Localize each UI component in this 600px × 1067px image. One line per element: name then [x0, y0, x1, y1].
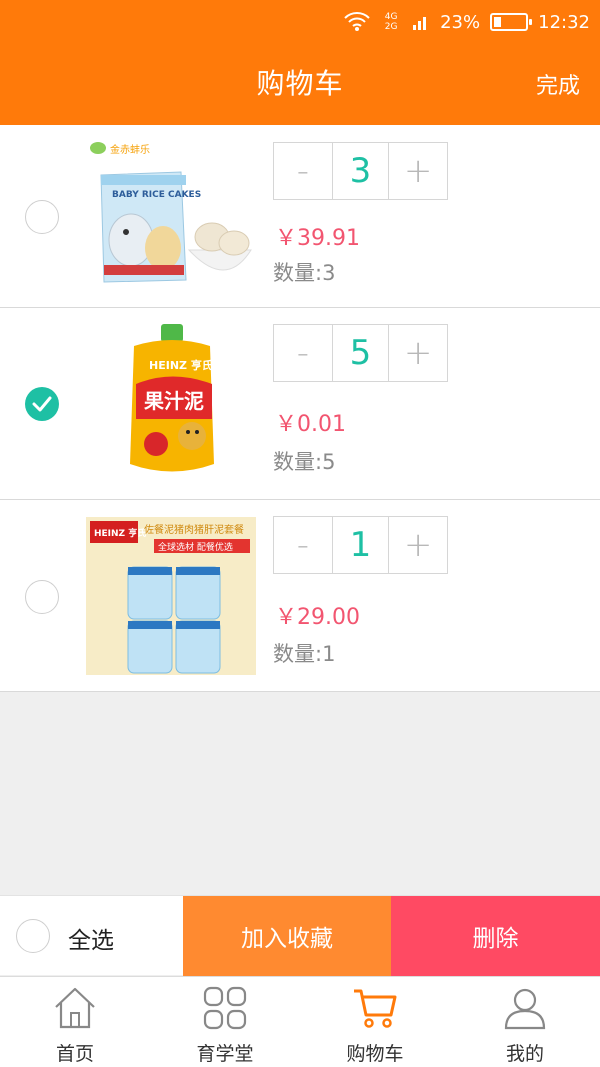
select-all-toggle[interactable]: 全选 [0, 896, 183, 976]
page-title: 购物车 [256, 67, 344, 100]
cart-action-bar: 全选 加入收藏 删除 [0, 895, 600, 976]
quantity-value[interactable]: 1 [331, 517, 390, 573]
profile-icon [504, 988, 546, 1030]
add-to-favorites-button[interactable]: 加入收藏 [183, 896, 391, 976]
cart-item: 金赤蚌乐 BABY RICE CAKES - 3 + ￥39.91 数量:3 [0, 125, 600, 308]
battery-icon [490, 13, 533, 31]
product-name-text: 果汁泥 [144, 389, 204, 413]
bottom-tab-bar: 首页 育学堂 购物车 我的 [0, 976, 600, 1067]
checkmark-icon [32, 396, 52, 412]
item-count-label: 数量:3 [273, 261, 336, 285]
quantity-stepper: - 1 + [273, 516, 448, 574]
product-image-fruit-puree: HEINZ 亨氏 果汁泥 [86, 324, 256, 482]
item-price: ￥39.91 [275, 226, 360, 251]
decrease-button[interactable]: - [274, 325, 332, 381]
app-header: 4G 2G 23% 12:32 购物车 完成 [0, 0, 600, 125]
wifi-icon [344, 12, 370, 32]
cart-item: HEINZ 亨氏 佐餐泥猪肉猪肝泥套餐 全球选材 配餐优选 - 1 + ￥29.… [0, 500, 600, 692]
select-all-label: 全选 [68, 928, 114, 954]
tab-label: 首页 [55, 1043, 94, 1065]
item-select-radio[interactable] [25, 580, 59, 614]
increase-button[interactable]: + [389, 325, 447, 381]
tab-learning[interactable]: 育学堂 [150, 977, 300, 1067]
cart-item: HEINZ 亨氏 果汁泥 - 5 + ￥0.01 数量:5 [0, 308, 600, 500]
item-count-label: 数量:1 [273, 642, 336, 666]
tab-label: 我的 [505, 1043, 544, 1065]
product-name-text: BABY RICE CAKES [112, 190, 201, 200]
delete-button[interactable]: 删除 [391, 896, 600, 976]
product-brand-text: HEINZ 亨氏 [149, 358, 213, 372]
battery-level-fill [494, 17, 502, 27]
product-brand-text: 金赤蚌乐 [110, 143, 150, 156]
tab-label: 育学堂 [196, 1043, 254, 1065]
battery-percent: 23% [440, 11, 481, 33]
item-price: ￥29.00 [275, 605, 360, 630]
product-image-rice-cakes: 金赤蚌乐 BABY RICE CAKES [86, 140, 256, 298]
product-name-text: 佐餐泥猪肉猪肝泥套餐 [144, 523, 244, 536]
cart-list: 金赤蚌乐 BABY RICE CAKES - 3 + ￥39.91 数量:3 H… [0, 125, 600, 692]
tab-label: 购物车 [346, 1043, 404, 1065]
home-icon [55, 987, 95, 1029]
product-banner-text: 全球选材 配餐优选 [158, 541, 233, 553]
tab-profile[interactable]: 我的 [450, 977, 600, 1067]
increase-button[interactable]: + [389, 143, 447, 199]
cart-icon [354, 989, 397, 1028]
quantity-stepper: - 3 + [273, 142, 448, 200]
tab-home[interactable]: 首页 [0, 977, 150, 1067]
increase-button[interactable]: + [389, 517, 447, 573]
grid-icon [203, 986, 247, 1030]
quantity-stepper: - 5 + [273, 324, 448, 382]
item-select-radio[interactable] [25, 200, 59, 234]
select-all-radio[interactable] [16, 919, 50, 953]
network-label: 4G 2G [384, 12, 398, 32]
network-icon: 4G 2G [380, 12, 402, 32]
quantity-value[interactable]: 3 [331, 143, 390, 199]
signal-icon [412, 13, 430, 31]
tab-cart[interactable]: 购物车 [300, 977, 450, 1067]
product-image-heinz-puree-set: HEINZ 亨氏 佐餐泥猪肉猪肝泥套餐 全球选材 配餐优选 [86, 517, 256, 675]
quantity-value[interactable]: 5 [331, 325, 390, 381]
done-button[interactable]: 完成 [536, 68, 580, 100]
item-select-radio[interactable] [25, 387, 59, 421]
status-bar: 4G 2G 23% 12:32 [0, 0, 600, 44]
item-price: ￥0.01 [275, 412, 346, 437]
clock: 12:32 [538, 11, 590, 33]
decrease-button[interactable]: - [274, 517, 332, 573]
product-brand-text: HEINZ 亨氏 [94, 527, 146, 539]
decrease-button[interactable]: - [274, 143, 332, 199]
item-count-label: 数量:5 [273, 450, 336, 474]
